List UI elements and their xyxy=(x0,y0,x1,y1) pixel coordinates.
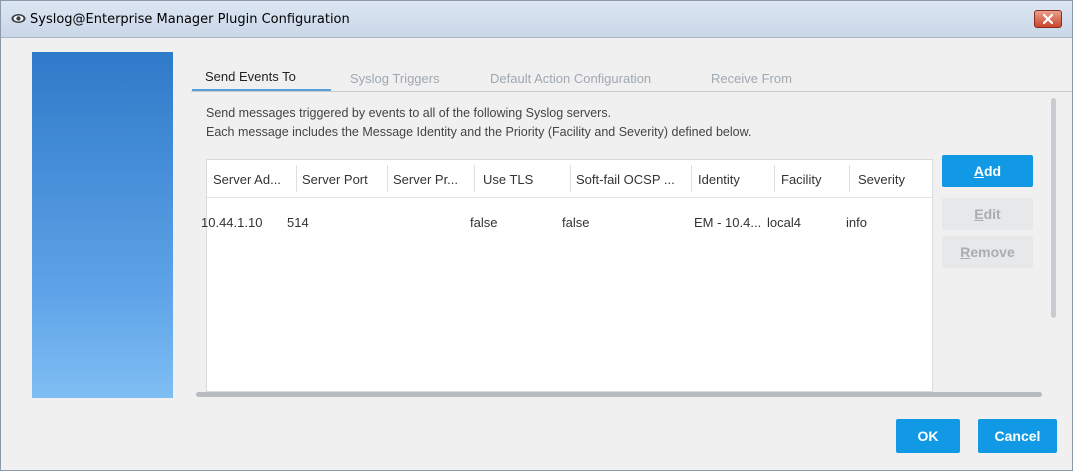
edit-button[interactable]: Edit xyxy=(942,198,1033,230)
column-header-server-protocol[interactable]: Server Pr... xyxy=(393,172,458,187)
column-header-severity[interactable]: Severity xyxy=(858,172,905,187)
tab-default-action-configuration[interactable]: Default Action Configuration xyxy=(490,71,651,93)
title-bar: Syslog@Enterprise Manager Plugin Configu… xyxy=(1,1,1072,38)
cell-server-port: 514 xyxy=(287,215,309,230)
add-button-mnemonic: A xyxy=(973,163,984,179)
dialog-body: Send Events To Syslog Triggers Default A… xyxy=(8,38,1072,463)
side-banner xyxy=(32,52,173,398)
eye-icon xyxy=(11,12,26,25)
edit-button-mnemonic: E xyxy=(974,206,984,222)
column-divider[interactable] xyxy=(296,165,297,192)
column-divider[interactable] xyxy=(849,165,850,192)
syslog-servers-table[interactable]: Server Ad... Server Port Server Pr... Us… xyxy=(201,159,933,392)
cell-facility: local4 xyxy=(767,215,801,230)
tab-content-send-events-to: Send messages triggered by events to all… xyxy=(193,93,1050,403)
cell-identity: EM - 10.4... xyxy=(694,215,762,230)
add-button-label: dd xyxy=(984,163,1002,179)
remove-button-mnemonic: R xyxy=(960,244,971,260)
description-line-1: Send messages triggered by events to all… xyxy=(206,106,612,120)
column-header-soft-fail-ocsp[interactable]: Soft-fail OCSP ... xyxy=(576,172,675,187)
remove-button[interactable]: Remove xyxy=(942,236,1033,268)
active-tab-indicator xyxy=(192,89,331,91)
cell-soft-fail-ocsp: false xyxy=(562,215,590,230)
remove-button-label: emove xyxy=(970,244,1015,260)
tab-strip-divider xyxy=(191,91,1072,92)
column-header-facility[interactable]: Facility xyxy=(781,172,821,187)
column-divider[interactable] xyxy=(691,165,692,192)
edit-button-label: dit xyxy=(983,206,1001,222)
column-divider[interactable] xyxy=(387,165,388,192)
window-title: Syslog@Enterprise Manager Plugin Configu… xyxy=(30,12,350,27)
horizontal-scrollbar[interactable] xyxy=(196,392,1042,397)
tab-send-events-to[interactable]: Send Events To xyxy=(205,69,296,91)
ok-button[interactable]: OK xyxy=(896,419,960,453)
column-header-server-port[interactable]: Server Port xyxy=(302,172,368,187)
vertical-scrollbar[interactable] xyxy=(1051,98,1056,318)
column-header-server-address[interactable]: Server Ad... xyxy=(213,172,281,187)
add-button[interactable]: Add xyxy=(942,155,1033,187)
cancel-button[interactable]: Cancel xyxy=(978,419,1057,453)
cell-use-tls: false xyxy=(470,215,498,230)
tab-receive-from[interactable]: Receive From xyxy=(711,71,792,93)
plugin-configuration-dialog: Syslog@Enterprise Manager Plugin Configu… xyxy=(0,0,1073,471)
column-header-use-tls[interactable]: Use TLS xyxy=(483,172,533,187)
close-icon xyxy=(1043,14,1053,24)
description-line-2: Each message includes the Message Identi… xyxy=(206,125,752,139)
cell-server-address: 10.44.1.10 xyxy=(201,215,263,230)
tab-syslog-triggers[interactable]: Syslog Triggers xyxy=(350,71,440,93)
close-button[interactable] xyxy=(1034,10,1062,28)
column-divider[interactable] xyxy=(474,165,475,192)
column-divider[interactable] xyxy=(570,165,571,192)
column-header-identity[interactable]: Identity xyxy=(698,172,740,187)
column-divider[interactable] xyxy=(774,165,775,192)
table-header: Server Ad... Server Port Server Pr... Us… xyxy=(207,160,932,198)
cell-severity: info xyxy=(846,215,867,230)
